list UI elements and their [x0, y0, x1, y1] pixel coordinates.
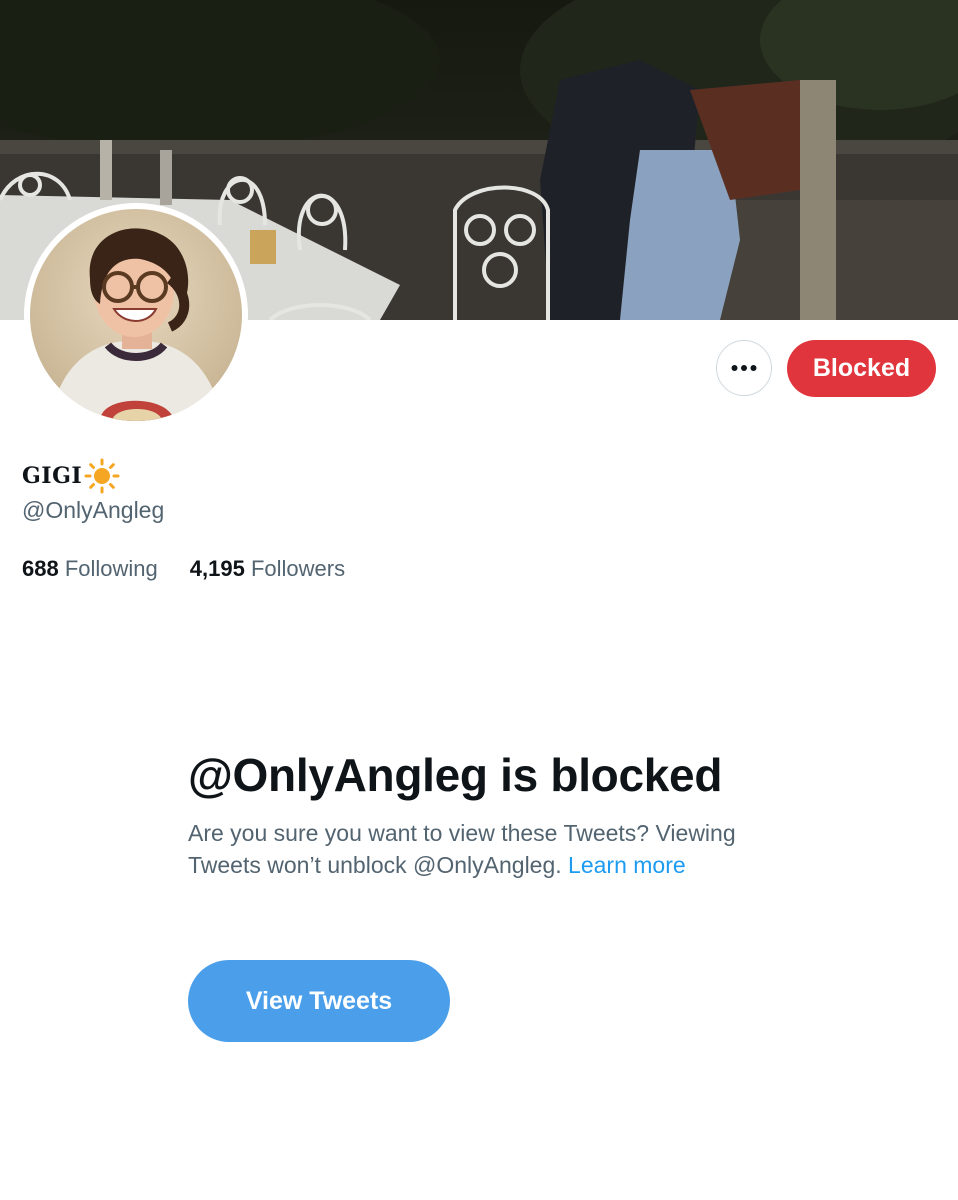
followers-count: 4,195: [189, 556, 245, 581]
blocked-notice-title: @OnlyAngleg is blocked: [188, 749, 723, 801]
following-count: 688: [22, 556, 59, 581]
blocked-notice-description: Are you sure you want to view these Twee…: [188, 817, 788, 881]
more-options-button[interactable]: [716, 340, 772, 396]
view-tweets-button[interactable]: View Tweets: [188, 960, 450, 1042]
sun-emoji-icon: [84, 458, 120, 494]
profile-avatar[interactable]: [24, 203, 248, 427]
learn-more-link[interactable]: Learn more: [568, 852, 686, 878]
followers-label: Followers: [250, 556, 346, 581]
profile-handle: @OnlyAngleg: [22, 497, 165, 523]
following-label: Following: [64, 556, 158, 581]
display-name: GIGI: [22, 463, 83, 489]
profile-stats: 688 Following 4,195 Followers: [22, 556, 377, 582]
following-link[interactable]: 688 Following: [22, 556, 158, 582]
more-horizontal-icon: [731, 365, 757, 371]
blocked-button[interactable]: Blocked: [787, 340, 936, 397]
followers-link[interactable]: 4,195 Followers: [190, 556, 345, 582]
avatar-photo: [30, 209, 242, 421]
profile-name-row: GIGI: [22, 456, 120, 496]
